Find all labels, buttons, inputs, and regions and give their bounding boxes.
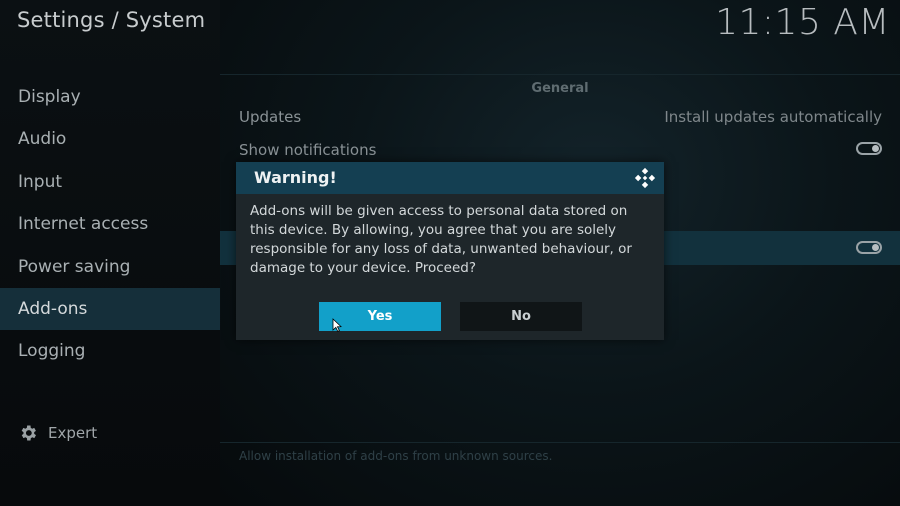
sidebar-item-label: Input [18,171,63,192]
dialog-message: Add-ons will be given access to personal… [250,203,632,276]
dialog-header: Warning! [236,162,664,194]
setting-description: Allow installation of add-ons from unkno… [239,449,553,463]
sidebar-item-label: Power saving [18,256,131,277]
show-notifications-toggle[interactable] [856,142,882,155]
setting-updates-label[interactable]: Updates [239,108,301,126]
sidebar-item-label: Display [18,87,81,107]
sidebar-item-internet-access[interactable]: Internet access [0,203,220,245]
clock: 11:15 AM [715,2,890,43]
sidebar-item-display[interactable]: Display [0,76,220,118]
gear-icon [21,425,36,441]
sidebar-item-label: Logging [18,341,86,362]
toggle-knob [872,244,879,251]
page-title: Settings / System [17,8,206,32]
toggle-knob [872,145,879,152]
setting-show-notifications-label[interactable]: Show notifications [239,141,376,159]
section-header: General [531,81,589,96]
unknown-sources-toggle[interactable] [856,241,882,254]
divider [220,74,900,75]
settings-level-label: Expert [48,424,98,442]
sidebar-item-label: Add-ons [18,298,88,319]
dialog-title: Warning! [254,168,337,187]
setting-updates-value[interactable]: Install updates automatically [664,108,882,126]
sidebar-item-add-ons[interactable]: Add-ons [0,287,220,331]
mouse-cursor-icon [332,318,342,332]
sidebar-item-label: Internet access [18,214,149,235]
no-button[interactable]: No [460,302,582,331]
sidebar-item-label: Audio [18,129,67,150]
kodi-logo-icon [634,167,656,189]
divider [220,442,900,443]
warning-dialog: Warning! Add-ons will be given access to… [236,162,664,340]
sidebar-item-logging[interactable]: Logging [0,330,220,372]
sidebar-nav: Display Audio Input Internet access Powe… [0,76,220,373]
sidebar-item-audio[interactable]: Audio [0,118,220,160]
sidebar-item-input[interactable]: Input [0,161,220,203]
sidebar-item-power-saving[interactable]: Power saving [0,246,220,288]
settings-level-button[interactable]: Expert [18,423,97,443]
